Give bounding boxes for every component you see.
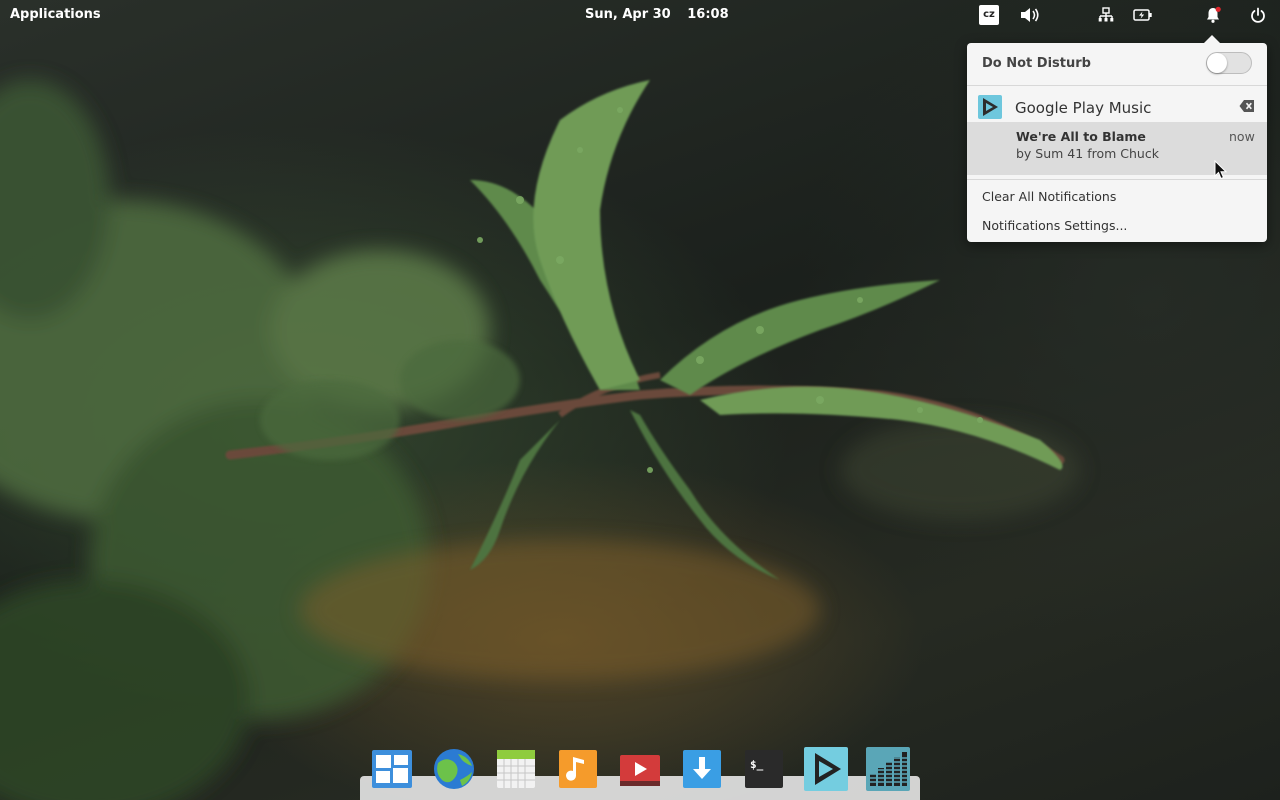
power-icon[interactable]: [1247, 5, 1269, 25]
switch-knob: [1207, 53, 1227, 73]
clock-time: 16:08: [687, 7, 729, 22]
calendar-icon[interactable]: [494, 746, 538, 792]
battery-icon[interactable]: [1132, 5, 1154, 25]
top-panel: Applications Sun, Apr 30 16:08 cz: [0, 0, 1280, 30]
web-browser-icon[interactable]: [432, 746, 476, 792]
notification-title: We're All to Blame: [1016, 129, 1146, 144]
applications-menu-button[interactable]: Applications: [10, 7, 101, 22]
terminal-icon[interactable]: $_: [742, 746, 786, 792]
music-icon[interactable]: [556, 746, 600, 792]
do-not-disturb-row: Do Not Disturb: [967, 43, 1267, 85]
multitasking-view-icon[interactable]: [370, 746, 414, 792]
mouse-cursor-icon: [1214, 159, 1228, 180]
volume-icon[interactable]: [1019, 5, 1041, 25]
notification-bell-icon[interactable]: [1202, 5, 1224, 25]
panel-clock[interactable]: Sun, Apr 30 16:08: [585, 7, 729, 22]
keyboard-layout-label: cz: [979, 5, 999, 25]
google-play-music-icon[interactable]: [803, 746, 848, 792]
google-play-music-icon: [978, 95, 1002, 119]
notifications-popover: Do Not Disturb Google Play Music We're A…: [967, 35, 1267, 242]
appcenter-icon[interactable]: [680, 746, 724, 792]
network-icon[interactable]: [1095, 5, 1117, 25]
videos-icon[interactable]: [618, 746, 662, 792]
svg-text:$_: $_: [750, 758, 764, 771]
clock-date: Sun, Apr 30: [585, 7, 671, 22]
notification-app-name: Google Play Music: [1015, 99, 1152, 117]
notification-body: by Sum 41 from Chuck: [1016, 146, 1159, 161]
keyboard-layout-indicator[interactable]: cz: [978, 5, 1000, 25]
notification-time: now: [1229, 129, 1255, 144]
do-not-disturb-label: Do Not Disturb: [982, 56, 1091, 71]
clear-app-notifications-icon[interactable]: [1239, 99, 1255, 113]
equalizer-icon[interactable]: [865, 746, 910, 792]
notifications-settings-button[interactable]: Notifications Settings...: [982, 218, 1127, 233]
notification-app-header: Google Play Music: [967, 86, 1267, 122]
clear-all-notifications-button[interactable]: Clear All Notifications: [982, 189, 1116, 204]
do-not-disturb-switch[interactable]: [1206, 52, 1252, 74]
